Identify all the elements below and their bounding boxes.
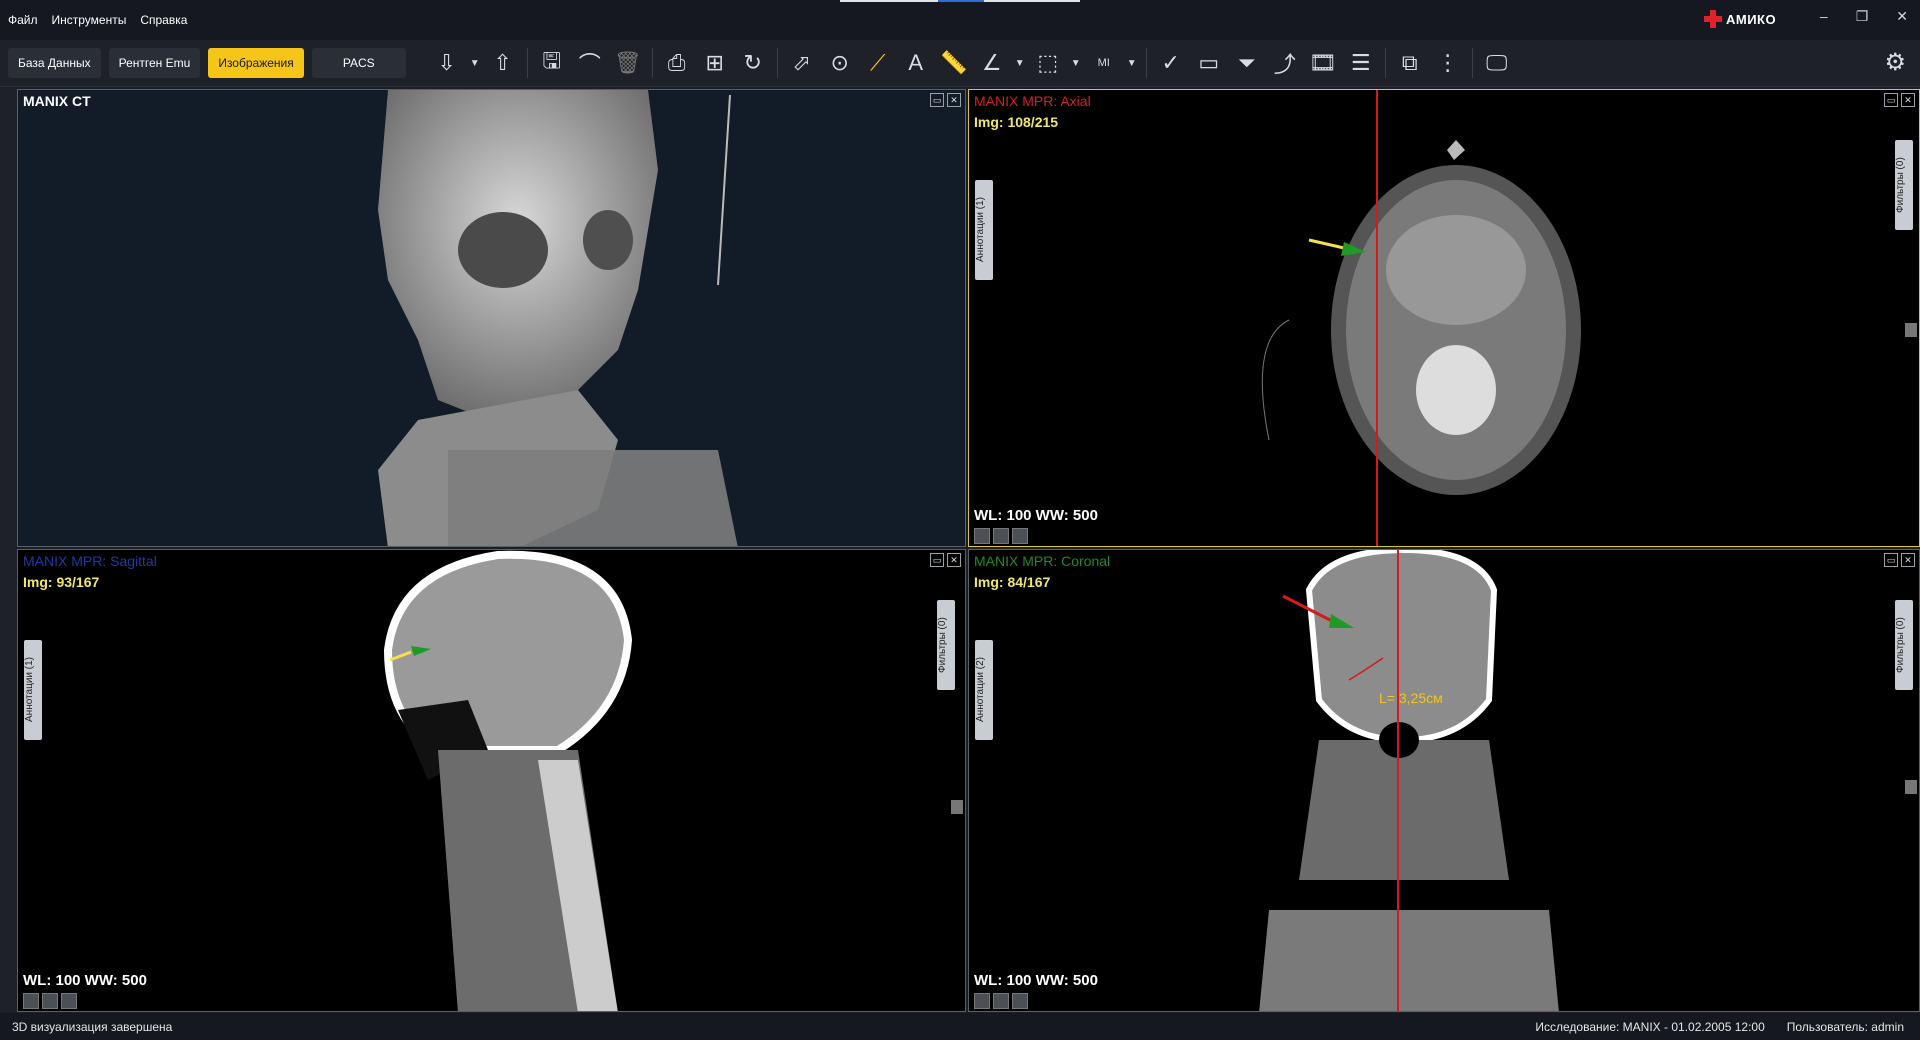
distance-measurement: L= 3,25см — [1379, 690, 1443, 706]
status-bar: 3D визуализация завершена Исследование: … — [0, 1013, 1920, 1040]
grid-icon[interactable]: ⊞ — [696, 44, 734, 82]
text-annotation-icon[interactable]: A — [897, 44, 935, 82]
study-info: Исследование: MANIX - 01.02.2005 12:00 — [1535, 1020, 1765, 1034]
viewport-buttons: ▭ ✕ — [930, 93, 961, 107]
close-icon[interactable]: ✕ — [1901, 553, 1915, 567]
check-icon[interactable]: ✓ — [1152, 44, 1190, 82]
tab-pacs[interactable]: PACS — [311, 48, 406, 78]
scrollbar-thumb[interactable] — [951, 800, 963, 814]
annotations-tab[interactable]: Аннотации (1) — [975, 180, 993, 280]
user-info: Пользователь: admin — [1786, 1020, 1904, 1034]
maximize-icon[interactable]: ▭ — [1884, 93, 1898, 107]
restore-icon[interactable]: ❐ — [1856, 8, 1869, 25]
scrollbar-thumb[interactable] — [1905, 780, 1917, 794]
chevron-down-icon[interactable]: ▼ — [1011, 44, 1029, 82]
chevron-down-icon[interactable]: ▼ — [1123, 44, 1141, 82]
chevron-down-icon[interactable]: ▼ — [466, 44, 484, 82]
window-level: WL: 100 WW: 500 — [23, 972, 147, 989]
logo-text: АМИКО — [1726, 11, 1777, 27]
accent-line — [840, 0, 1080, 2]
print-icon[interactable]: ⎙ — [658, 44, 696, 82]
annotations-tab[interactable]: Аннотации (2) — [975, 640, 993, 740]
window-controls: – ❐ ✕ — [1820, 8, 1908, 25]
menu-file[interactable]: Файл — [8, 13, 38, 27]
status-right: Исследование: MANIX - 01.02.2005 12:00 П… — [1535, 1020, 1904, 1034]
scrollbar-thumb[interactable] — [1905, 323, 1917, 337]
mpr-icon[interactable]: ⋮ — [1429, 44, 1467, 82]
viewport-bottom-icons — [974, 993, 1028, 1009]
tab-database[interactable]: База Данных — [8, 48, 101, 78]
maximize-icon[interactable]: ▭ — [930, 93, 944, 107]
viewport-bottom-icons — [974, 528, 1028, 544]
close-icon[interactable]: ✕ — [1896, 8, 1908, 25]
3d-icon[interactable]: ⧉ — [1391, 44, 1429, 82]
measure-line-icon[interactable]: ⟋ — [859, 44, 897, 82]
filters-tab[interactable]: Фильтры (0) — [1895, 600, 1913, 690]
menu-tools[interactable]: Инструменты — [52, 13, 127, 27]
rotate-icon[interactable]: ↻ — [734, 44, 772, 82]
save-icon[interactable]: 🖫 — [533, 44, 571, 82]
window-level: WL: 100 WW: 500 — [974, 507, 1098, 524]
angle-icon[interactable]: ∠ — [973, 44, 1011, 82]
headphones-icon[interactable]: ⌒ — [571, 44, 609, 82]
close-icon[interactable]: ✕ — [1901, 93, 1915, 107]
viewport-buttons: ▭ ✕ — [930, 553, 961, 567]
image-counter: Img: 84/167 — [974, 574, 1051, 590]
axial-slice-image — [1217, 90, 1670, 546]
viewport-3d-title: MANIX CT — [23, 93, 91, 109]
left-panel-strip — [0, 88, 17, 1012]
viewport-coronal[interactable]: MANIX MPR: Coronal Img: 84/167 WL: 100 W… — [968, 549, 1920, 1012]
close-icon[interactable]: ✕ — [947, 93, 961, 107]
report-icon[interactable]: ☰ — [1342, 44, 1380, 82]
chevron-down-icon[interactable]: ▼ — [1067, 44, 1085, 82]
viewport-3d[interactable]: MANIX CT ▭ ✕ — [17, 89, 966, 547]
tab-xray-emu[interactable]: Рентген Emu — [108, 48, 201, 78]
minimize-icon[interactable]: – — [1820, 8, 1828, 25]
viewport-sagittal[interactable]: MANIX MPR: Sagittal Img: 93/167 WL: 100 … — [17, 549, 966, 1012]
close-icon[interactable]: ✕ — [947, 553, 961, 567]
upload-icon[interactable]: ⇧ — [484, 44, 522, 82]
monitor-icon[interactable]: 🖵 — [1478, 44, 1516, 82]
app-logo: АМИКО — [1704, 10, 1776, 28]
status-message: 3D визуализация завершена — [12, 1019, 173, 1034]
toolbar: База Данных Рентген Emu Изображения PACS… — [0, 40, 1920, 87]
image-counter: Img: 93/167 — [23, 574, 100, 590]
gear-icon[interactable]: ⚙ — [1884, 48, 1906, 77]
select-icon[interactable]: ⬀ — [783, 44, 821, 82]
viewport-axial[interactable]: MANIX MPR: Axial Img: 108/215 WL: 100 WW… — [968, 89, 1920, 547]
coronal-slice-image — [1237, 550, 1587, 1011]
maximize-icon[interactable]: ▭ — [930, 553, 944, 567]
curve-icon[interactable]: ⤴ — [1266, 44, 1304, 82]
viewport-buttons: ▭ ✕ — [1884, 553, 1915, 567]
annotations-tab[interactable]: Аннотации (1) — [24, 640, 42, 740]
image-counter: Img: 108/215 — [974, 114, 1059, 130]
tool-icons: ⇩ ▼ ⇧ 🖫 ⌒ 🗑 ⎙ ⊞ ↻ ⬀ ⊙ ⟋ A 📏 ∠ ▼ ⬚ ▼ MI ▼… — [428, 44, 1516, 82]
trash-icon[interactable]: 🗑 — [609, 44, 647, 82]
filters-tab[interactable]: Фильтры (0) — [937, 600, 955, 690]
logo-cross-icon — [1704, 10, 1722, 28]
maximize-icon[interactable]: ▭ — [1884, 553, 1898, 567]
window-level: WL: 100 WW: 500 — [974, 972, 1098, 989]
viewport-sagittal-title: MANIX MPR: Sagittal — [23, 553, 157, 569]
zoom-icon[interactable]: ⊙ — [821, 44, 859, 82]
filters-tab[interactable]: Фильтры (0) — [1895, 140, 1913, 230]
main-menu: Файл Инструменты Справка — [0, 13, 187, 27]
title-bar: Файл Инструменты Справка АМИКО – ❐ ✕ — [0, 0, 1920, 40]
viewport-coronal-title: MANIX MPR: Coronal — [974, 553, 1111, 569]
film-icon[interactable]: 🎞 — [1304, 44, 1342, 82]
viewport-buttons: ▭ ✕ — [1884, 93, 1915, 107]
skull-3d-render — [378, 90, 738, 546]
viewport-axial-title: MANIX MPR: Axial — [974, 93, 1091, 109]
tab-images[interactable]: Изображения — [208, 48, 304, 78]
viewport-bottom-icons — [23, 993, 77, 1009]
download-icon[interactable]: ⇩ — [428, 44, 466, 82]
window-icon[interactable]: ▭ — [1190, 44, 1228, 82]
roi-icon[interactable]: ⬚ — [1029, 44, 1067, 82]
sagittal-slice-image — [318, 550, 668, 1011]
filter-icon[interactable]: ⏷ — [1228, 44, 1266, 82]
menu-help[interactable]: Справка — [140, 13, 187, 27]
mi-icon[interactable]: MI — [1085, 44, 1123, 82]
ruler-icon[interactable]: 📏 — [935, 44, 973, 82]
